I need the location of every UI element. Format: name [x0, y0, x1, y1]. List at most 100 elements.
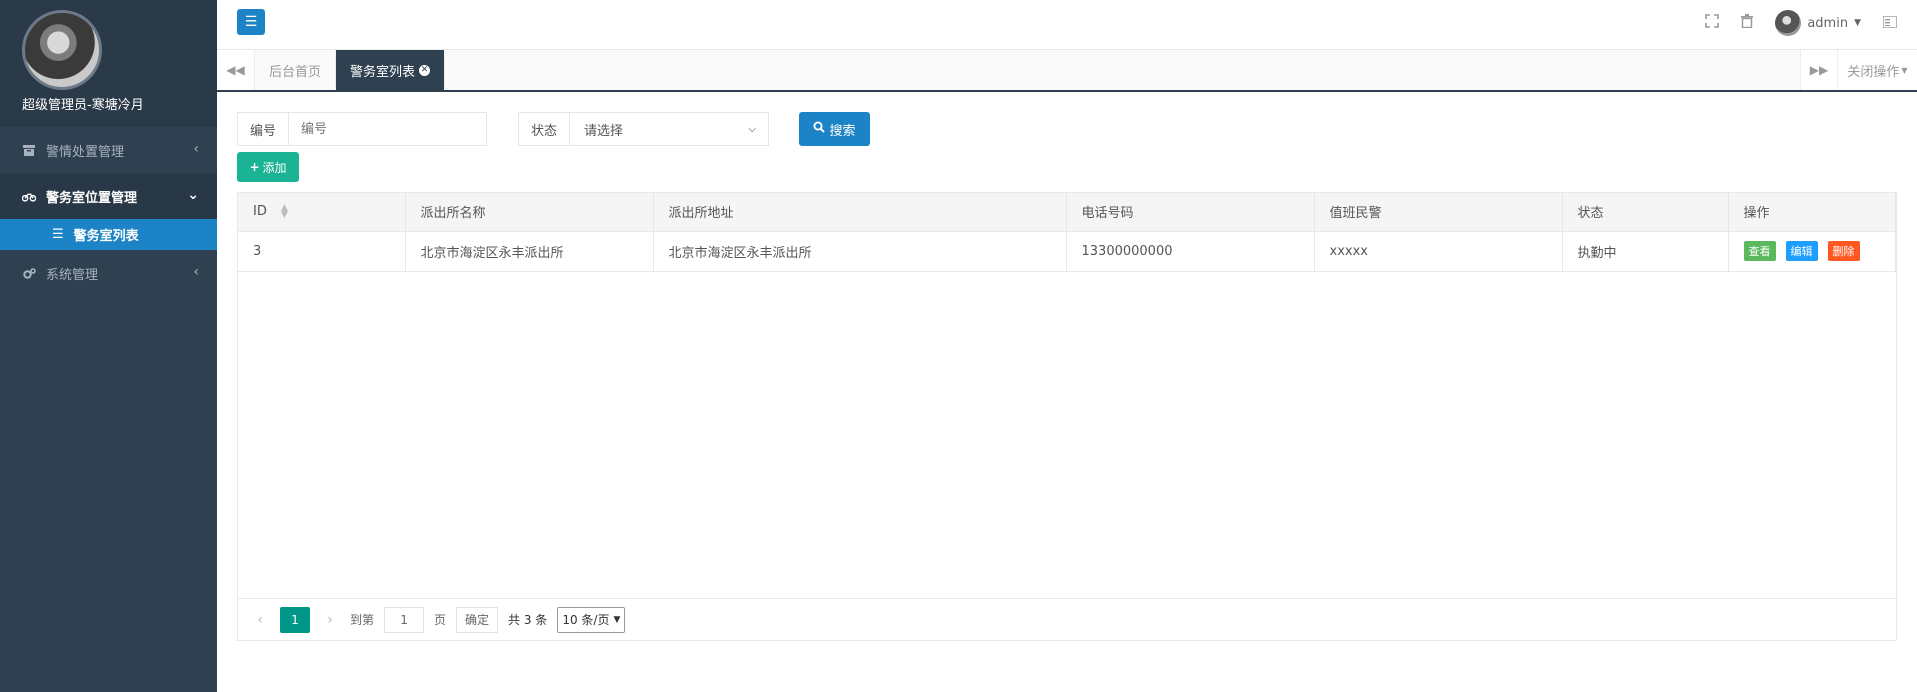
user-avatar — [1775, 10, 1802, 36]
cell-officer: xxxxx — [1314, 231, 1563, 272]
sort-icon[interactable]: ▲ ▼ — [281, 203, 288, 219]
goto-page-input[interactable]: 1 — [384, 606, 425, 633]
sidebar-subitem-police-room-list[interactable]: ☰ 警务室列表 — [0, 219, 217, 250]
status-select[interactable]: 请选择 ⌵ — [570, 113, 766, 145]
cell-actions: 查看 编辑 删除 — [1728, 231, 1896, 272]
close-icon[interactable]: ✕ — [419, 64, 431, 76]
sidebar-item-system[interactable]: 系统管理 ‹ — [0, 250, 217, 296]
edit-button[interactable]: 编辑 — [1785, 241, 1818, 261]
cell-name: 北京市海淀区永丰派出所 — [405, 231, 654, 272]
gears-icon — [22, 267, 36, 279]
sidebar: 超级管理员-寒塘冷月 警情处置管理 ‹ 警务室位置管理 ⌄ ☰ 警务室列表 系统… — [0, 0, 217, 692]
search-form: 编号 状态 请选择 ⌵ 搜索 — [237, 112, 1897, 146]
sidebar-item-label: 系统管理 — [46, 267, 99, 283]
search-button-label: 搜索 — [829, 123, 856, 139]
motorcycle-icon — [22, 190, 36, 202]
sidebar-item-police-room-location[interactable]: 警务室位置管理 ⌄ — [0, 173, 217, 219]
archive-icon — [22, 144, 36, 156]
data-table: ID ▲ ▼ 派出所名称 派出所地址 电话号码 值班民警 状态 操作 3 北京市海… — [237, 192, 1897, 641]
tab-scroll-right-button[interactable]: ▶▶ — [1800, 50, 1838, 90]
sidebar-toggle-icon[interactable] — [1882, 14, 1898, 32]
list-icon: ☰ — [52, 227, 64, 242]
code-input-group: 编号 — [237, 112, 487, 146]
user-menu[interactable]: admin ▼ — [1775, 10, 1861, 36]
next-page-icon[interactable]: › — [320, 612, 340, 628]
status-selected-value: 请选择 — [584, 123, 624, 139]
chevron-down-icon: ⌄ — [187, 187, 199, 203]
sidebar-item-label: 警务室位置管理 — [46, 190, 138, 206]
goto-label: 到第 — [350, 613, 375, 627]
page-unit-label: 页 — [434, 613, 447, 627]
avatar[interactable] — [22, 10, 102, 90]
search-button[interactable]: 搜索 — [799, 112, 870, 146]
view-button[interactable]: 查看 — [1743, 241, 1776, 261]
column-label: ID — [253, 204, 267, 220]
prev-page-icon[interactable]: ‹ — [250, 612, 270, 628]
caret-down-icon: ▼ — [1854, 18, 1861, 28]
table-header-row: ID ▲ ▼ 派出所名称 派出所地址 电话号码 值班民警 状态 操作 — [238, 193, 1896, 232]
tab-label: 警务室列表 — [350, 64, 416, 80]
code-label: 编号 — [238, 113, 290, 145]
column-label: 操作 — [1743, 206, 1770, 222]
current-page-button[interactable]: 1 — [280, 606, 310, 633]
profile-name: 超级管理员-寒塘冷月 — [22, 98, 144, 113]
sidebar-item-alarm-handling[interactable]: 警情处置管理 ‹ — [0, 127, 217, 173]
column-header-address: 派出所地址 — [653, 193, 1067, 232]
pagination: ‹ 1 › 到第 1 页 确定 共 3 条 10 条/页 ▼ — [238, 598, 1896, 640]
column-label: 派出所名称 — [420, 206, 486, 222]
column-header-actions: 操作 — [1728, 193, 1896, 232]
forward-icon: ▶▶ — [1809, 63, 1829, 77]
tab-bar: ◀◀ 后台首页 警务室列表 ✕ ▶▶ 关闭操作 ▼ — [217, 50, 1917, 92]
chevron-down-icon: ⌵ — [748, 123, 757, 135]
column-header-status: 状态 — [1562, 193, 1729, 232]
cell-address: 北京市海淀区永丰派出所 — [653, 231, 1067, 272]
search-icon — [813, 121, 826, 137]
delete-button[interactable]: 删除 — [1827, 241, 1860, 261]
top-navbar: ☰ admin ▼ — [217, 0, 1917, 50]
top-right-tools: admin ▼ — [1705, 10, 1898, 36]
column-label: 电话号码 — [1081, 206, 1134, 222]
column-label: 状态 — [1577, 206, 1604, 222]
status-label: 状态 — [519, 113, 571, 145]
column-header-name: 派出所名称 — [405, 193, 654, 232]
goto-confirm-button[interactable]: 确定 — [456, 606, 499, 633]
column-header-phone: 电话号码 — [1066, 193, 1315, 232]
add-button[interactable]: + 添加 — [237, 152, 299, 182]
code-input[interactable] — [289, 113, 480, 145]
page-size-value: 10 条/页 — [562, 613, 610, 627]
column-label: 派出所地址 — [668, 206, 734, 222]
cell-phone: 13300000000 — [1066, 231, 1315, 272]
tab-police-room-list[interactable]: 警务室列表 ✕ — [336, 50, 446, 90]
hamburger-icon: ☰ — [244, 14, 258, 30]
backward-icon: ◀◀ — [226, 63, 245, 77]
sidebar-group-police-room: 警务室位置管理 ⌄ ☰ 警务室列表 — [0, 173, 217, 250]
column-label: 值班民警 — [1329, 206, 1382, 222]
close-operations-label: 关闭操作 — [1847, 64, 1900, 80]
fullscreen-icon[interactable] — [1705, 14, 1720, 32]
username: admin — [1807, 15, 1849, 31]
total-count: 共 3 条 — [508, 613, 548, 627]
close-operations-dropdown[interactable]: 关闭操作 ▼ — [1837, 50, 1917, 90]
table-row: 3 北京市海淀区永丰派出所 北京市海淀区永丰派出所 13300000000 xx… — [238, 231, 1896, 272]
page-size-select[interactable]: 10 条/页 ▼ — [557, 606, 626, 633]
sidebar-item-label: 警情处置管理 — [46, 144, 125, 160]
tab-home[interactable]: 后台首页 — [255, 50, 337, 90]
plus-icon: + — [249, 160, 260, 174]
chevron-left-icon: ‹ — [193, 141, 199, 157]
main-content: 编号 状态 请选择 ⌵ 搜索 + 添加 ID ▲▼ — [237, 112, 1897, 641]
tab-list: 后台首页 警务室列表 ✕ — [255, 50, 446, 90]
menu-toggle-button[interactable]: ☰ — [237, 9, 265, 35]
tab-scroll-left-button[interactable]: ◀◀ — [217, 50, 255, 90]
tab-label: 后台首页 — [269, 64, 322, 80]
trash-icon[interactable] — [1741, 14, 1754, 32]
sidebar-subitem-label: 警务室列表 — [73, 229, 139, 244]
column-header-officer: 值班民警 — [1314, 193, 1563, 232]
cell-status: 执勤中 — [1562, 231, 1729, 272]
profile-panel: 超级管理员-寒塘冷月 — [0, 0, 217, 127]
caret-down-icon: ▼ — [1901, 65, 1908, 75]
column-header-id[interactable]: ID ▲ ▼ — [238, 193, 406, 232]
cell-id: 3 — [238, 231, 406, 272]
chevron-left-icon: ‹ — [193, 264, 199, 280]
status-input-group: 状态 请选择 ⌵ — [518, 112, 769, 146]
add-button-label: 添加 — [262, 160, 287, 175]
